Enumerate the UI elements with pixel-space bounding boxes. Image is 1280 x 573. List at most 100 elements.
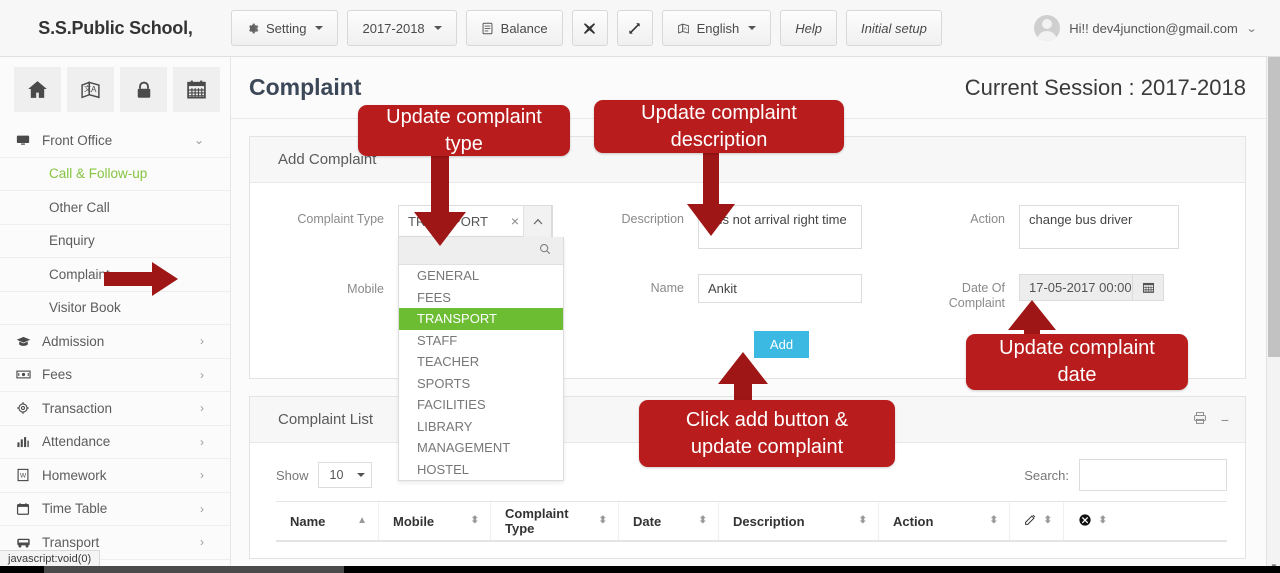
sidebar-item-label: Transaction — [42, 400, 113, 416]
column-header-name[interactable]: Name ▲ — [276, 502, 379, 540]
sidebar-item-visitor-book[interactable]: Visitor Book — [0, 292, 230, 325]
help-button[interactable]: Help — [780, 10, 838, 46]
sidebar-item-attendance[interactable]: Attendance › — [0, 426, 230, 459]
svg-text:A: A — [683, 25, 687, 31]
sidebar-item-homework[interactable]: W Homework › — [0, 459, 230, 493]
column-label: Mobile — [393, 513, 435, 529]
translate-icon[interactable]: A文 — [67, 67, 114, 112]
collapse-button[interactable] — [571, 10, 608, 46]
name-input[interactable] — [698, 274, 862, 303]
session-year-button[interactable]: 2017-2018 — [347, 10, 457, 46]
date-picker[interactable]: 17-05-2017 00:00 — [1019, 274, 1164, 301]
help-label: Help — [795, 20, 823, 36]
complaint-table-header: Name ▲ Mobile ⬍ Complaint Type ⬍ Date ⬍ … — [276, 501, 1227, 542]
show-entries-value: 10 — [329, 468, 344, 482]
sidebar-item-label: Time Table — [42, 501, 108, 517]
bar-chart-icon — [16, 435, 42, 449]
dropdown-option[interactable]: STAFF — [399, 330, 563, 352]
print-icon[interactable] — [1193, 411, 1207, 429]
balance-button[interactable]: Balance — [465, 10, 563, 46]
sort-both-icon: ⬍ — [1043, 515, 1052, 526]
graduation-cap-icon — [16, 334, 42, 349]
sidebar-sub-label: Other Call — [49, 199, 110, 215]
action-row: Action — [913, 205, 1213, 249]
search-group: Search: — [1024, 459, 1227, 491]
calendar-icon[interactable] — [173, 67, 220, 112]
search-input[interactable] — [1079, 459, 1227, 491]
sidebar-item-fees[interactable]: Fees › — [0, 359, 230, 392]
sidebar-item-enquiry[interactable]: Enquiry — [0, 225, 230, 258]
calendar-icon[interactable] — [1132, 274, 1164, 301]
setting-button[interactable]: Setting — [231, 10, 339, 46]
gear-icon — [246, 22, 259, 35]
sidebar-item-label: Fees — [42, 367, 73, 383]
current-session-label: Current Session : 2017-2018 — [964, 74, 1246, 100]
search-label: Search: — [1024, 467, 1069, 483]
expand-button[interactable] — [616, 10, 653, 46]
show-label: Show — [276, 467, 309, 483]
language-icon: A — [677, 22, 690, 35]
show-entries-group: Show 10 — [276, 462, 372, 488]
chevron-down-icon: ⌄ — [1245, 22, 1258, 35]
dropdown-option[interactable]: SPORTS — [399, 373, 563, 395]
lock-icon[interactable] — [120, 67, 167, 112]
chevron-up-icon[interactable] — [523, 205, 552, 237]
annotation-text: Update complaint date — [999, 337, 1155, 386]
mobile-label: Mobile — [347, 282, 384, 296]
column-header-description[interactable]: Description ⬍ — [719, 502, 879, 540]
sidebar-item-admission[interactable]: Admission › — [0, 325, 230, 359]
action-textarea[interactable] — [1019, 205, 1179, 249]
date-value[interactable]: 17-05-2017 00:00 — [1019, 274, 1132, 301]
search-icon — [539, 243, 551, 258]
complaint-list-title: Complaint List — [278, 411, 374, 428]
svg-text:A: A — [91, 85, 97, 94]
chevron-right-icon: › — [200, 535, 204, 550]
dropdown-option[interactable]: FEES — [399, 287, 563, 309]
clear-icon[interactable]: × — [511, 213, 519, 229]
vertical-scrollbar-thumb[interactable] — [1268, 57, 1280, 357]
sidebar-item-label: Transport — [42, 534, 100, 550]
dropdown-option[interactable]: GENERAL — [399, 265, 563, 287]
sidebar-item-front-office[interactable]: Front Office ⌄ — [0, 124, 230, 158]
language-button[interactable]: A English — [661, 10, 772, 46]
column-header-date[interactable]: Date ⬍ — [619, 502, 719, 540]
user-menu[interactable]: Hi!! dev4junction@gmail.com ⌄ — [1028, 9, 1266, 47]
column-header-complaint-type[interactable]: Complaint Type ⬍ — [491, 502, 619, 540]
sidebar-item-label: Front Office — [42, 132, 113, 148]
vertical-scrollbar[interactable]: ▼ — [1266, 57, 1280, 573]
column-header-edit[interactable]: ⬍ — [1010, 502, 1064, 540]
annotation-update-complaint-type: Update complaint type — [358, 105, 570, 156]
chevron-right-icon: › — [200, 401, 204, 416]
show-entries-select[interactable]: 10 — [317, 462, 372, 488]
dropdown-option[interactable]: FACILITIES — [399, 394, 563, 416]
dropdown-option-selected[interactable]: TRANSPORT — [399, 308, 563, 330]
chevron-right-icon: › — [200, 434, 204, 449]
column-header-mobile[interactable]: Mobile ⬍ — [379, 502, 491, 540]
complaint-type-dropdown: GENERAL FEES TRANSPORT STAFF TEACHER SPO… — [398, 237, 564, 481]
column-label: Date — [633, 513, 662, 529]
initial-setup-button[interactable]: Initial setup — [846, 10, 942, 46]
sidebar-item-time-table[interactable]: Time Table › — [0, 493, 230, 526]
app-root: S.S.Public School, Setting 2017-2018 Bal… — [0, 0, 1280, 573]
horizontal-scrollbar-thumb[interactable] — [44, 566, 344, 573]
home-icon[interactable] — [14, 67, 61, 112]
dropdown-option[interactable]: LIBRARY — [399, 416, 563, 438]
sidebar-item-transaction[interactable]: Transaction › — [0, 392, 230, 426]
column-header-action[interactable]: Action ⬍ — [879, 502, 1010, 540]
date-of-complaint-row: Date Of Complaint 17-05-2017 00:00 — [913, 274, 1213, 311]
dropdown-option[interactable]: HOSTEL — [399, 459, 563, 481]
dropdown-option[interactable]: MANAGEMENT — [399, 437, 563, 459]
name-label: Name — [650, 281, 684, 295]
dropdown-option[interactable]: TEACHER — [399, 351, 563, 373]
svg-text:文: 文 — [84, 84, 91, 93]
sidebar-item-other-call[interactable]: Other Call — [0, 191, 230, 225]
column-header-delete[interactable]: ⬍ — [1064, 502, 1118, 540]
svg-text:W: W — [20, 473, 27, 480]
minimize-icon[interactable]: − — [1221, 413, 1229, 427]
status-bar: javascript:void(0) — [0, 550, 101, 566]
sidebar-item-call-follow-up[interactable]: Call & Follow-up — [0, 158, 230, 191]
chevron-down-icon — [433, 26, 442, 30]
horizontal-scrollbar[interactable] — [0, 566, 1280, 573]
annotation-text: Click add button & update complaint — [685, 408, 849, 458]
chevron-right-icon: › — [200, 468, 204, 483]
